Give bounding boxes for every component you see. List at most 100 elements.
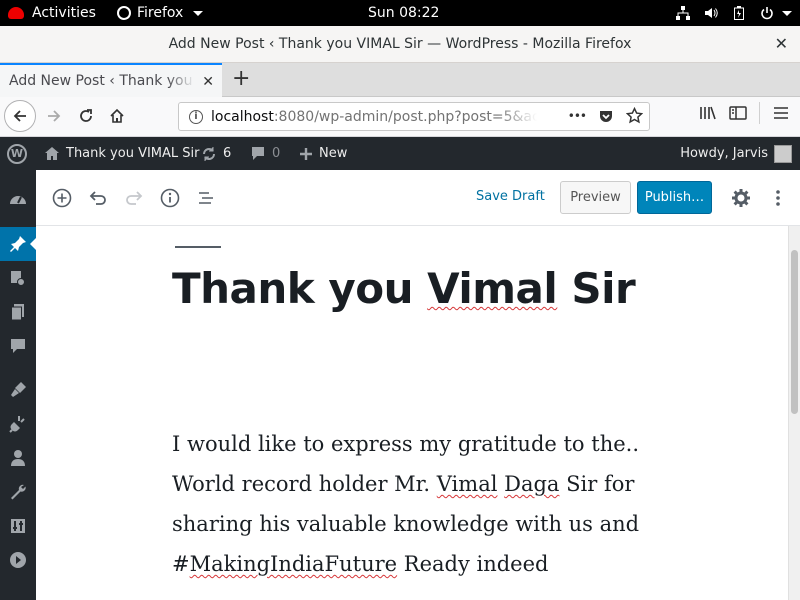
network-icon bbox=[676, 6, 690, 20]
navigation-bar: i localhost:8080/wp-admin/post.php?post=… bbox=[0, 97, 800, 137]
library-icon[interactable] bbox=[699, 105, 717, 121]
publish-button[interactable]: Publish… bbox=[637, 181, 712, 214]
window-title: Add New Post ‹ Thank you VIMAL Sir — Wor… bbox=[168, 36, 632, 52]
tab-add-new-post[interactable]: Add New Post ‹ Thank you VIMAL Sir ✕ bbox=[0, 63, 222, 97]
pocket-icon[interactable] bbox=[598, 108, 614, 124]
paragraph-block[interactable]: I would like to express my gratitude to … bbox=[172, 424, 672, 584]
redo-button[interactable] bbox=[120, 184, 148, 212]
menu-plugins[interactable] bbox=[0, 407, 36, 441]
comments-link[interactable]: 0 bbox=[250, 137, 280, 170]
redo-icon bbox=[126, 191, 143, 205]
new-label: New bbox=[319, 146, 348, 161]
preview-button[interactable]: Preview bbox=[560, 181, 631, 214]
redhat-logo-icon bbox=[8, 7, 24, 19]
tab-label: Add New Post ‹ Thank you VIMAL Sir bbox=[9, 73, 195, 89]
home-button[interactable] bbox=[103, 102, 131, 130]
updates-link[interactable]: 6 bbox=[201, 137, 231, 170]
settings-button[interactable] bbox=[727, 184, 755, 212]
bookmark-star-icon[interactable] bbox=[626, 107, 643, 124]
avatar bbox=[774, 144, 792, 163]
plugins-icon bbox=[9, 416, 25, 433]
plus-circle-icon bbox=[52, 188, 72, 208]
dashboard-icon bbox=[10, 196, 26, 204]
page-actions-button[interactable]: ••• bbox=[568, 109, 587, 123]
wp-admin-bar: W Thank you VIMAL Sir 6 0 New Howdy, Jar… bbox=[0, 137, 800, 170]
content-info-button[interactable] bbox=[156, 184, 184, 212]
updates-count: 6 bbox=[223, 146, 232, 161]
editor-scrollbar[interactable] bbox=[788, 226, 800, 600]
activities-label: Activities bbox=[32, 5, 96, 21]
window-titlebar: Add New Post ‹ Thank you VIMAL Sir — Wor… bbox=[0, 26, 800, 63]
power-icon bbox=[760, 6, 774, 20]
url-host: localhost bbox=[211, 108, 274, 125]
url-text[interactable]: localhost:8080/wp-admin/post.php?post=5&… bbox=[211, 109, 537, 125]
chevron-down-icon bbox=[193, 10, 204, 16]
app-menu-label: Firefox bbox=[137, 5, 184, 21]
menu-comments[interactable] bbox=[0, 329, 36, 363]
misspelled-word: Daga bbox=[504, 472, 560, 496]
menu-collapse[interactable] bbox=[0, 543, 36, 577]
system-tray[interactable] bbox=[676, 0, 792, 26]
menu-dashboard[interactable] bbox=[0, 181, 36, 215]
info-icon[interactable]: i bbox=[189, 109, 203, 124]
menu-media[interactable] bbox=[0, 261, 36, 295]
plus-icon bbox=[300, 147, 312, 160]
wordpress-logo-icon: W bbox=[7, 143, 27, 164]
battery-icon bbox=[732, 6, 746, 20]
sidebar-icon[interactable] bbox=[729, 105, 747, 121]
editor-toolbar: Save Draft Preview Publish… bbox=[36, 170, 800, 226]
my-account-link[interactable]: Howdy, Jarvis bbox=[680, 137, 792, 170]
misspelled-word: MakingIndiaFuture bbox=[189, 552, 398, 576]
scrollbar-thumb[interactable] bbox=[791, 250, 798, 414]
url-bar[interactable]: i localhost:8080/wp-admin/post.php?post=… bbox=[178, 102, 650, 131]
firefox-icon bbox=[117, 6, 131, 20]
post-title[interactable]: Thank you Vimal Sir bbox=[172, 264, 636, 313]
posts-icon bbox=[10, 236, 26, 252]
gear-icon bbox=[732, 189, 750, 207]
more-tools-button[interactable] bbox=[764, 184, 792, 212]
home-icon bbox=[110, 108, 124, 123]
site-name-link[interactable]: Thank you VIMAL Sir bbox=[44, 137, 200, 170]
arrow-right-icon bbox=[48, 110, 61, 122]
back-button[interactable] bbox=[4, 100, 36, 132]
clock[interactable]: Sun 08:22 bbox=[368, 0, 439, 26]
reload-button[interactable] bbox=[72, 102, 100, 130]
hamburger-menu-icon[interactable] bbox=[772, 105, 790, 121]
app-menu-firefox[interactable]: Firefox bbox=[117, 0, 204, 26]
menu-appearance[interactable] bbox=[0, 373, 36, 407]
title-separator bbox=[175, 246, 221, 248]
gnome-top-bar: Activities Firefox Sun 08:22 bbox=[0, 0, 800, 26]
pages-icon bbox=[11, 304, 24, 321]
appearance-icon bbox=[11, 382, 26, 397]
comment-icon bbox=[252, 147, 264, 160]
site-name: Thank you VIMAL Sir bbox=[66, 146, 200, 161]
post-title-part: Thank you bbox=[172, 264, 428, 313]
activities-button[interactable]: Activities bbox=[8, 0, 96, 26]
arrow-left-icon bbox=[13, 110, 26, 122]
menu-tools[interactable] bbox=[0, 475, 36, 509]
block-navigation-button[interactable] bbox=[192, 184, 220, 212]
menu-users[interactable] bbox=[0, 441, 36, 475]
wp-admin-menu bbox=[0, 170, 37, 600]
home-icon bbox=[45, 147, 59, 160]
save-draft-button[interactable]: Save Draft bbox=[476, 189, 545, 204]
collapse-icon bbox=[10, 552, 26, 568]
users-icon bbox=[11, 450, 25, 466]
comments-icon bbox=[11, 339, 25, 353]
new-tab-button[interactable]: + bbox=[232, 68, 250, 90]
misspelled-word: Vimal bbox=[436, 472, 498, 496]
tab-close-button[interactable]: ✕ bbox=[202, 74, 214, 90]
window-close-button[interactable]: ✕ bbox=[775, 36, 788, 52]
forward-button[interactable] bbox=[40, 102, 68, 130]
menu-pages[interactable] bbox=[0, 295, 36, 329]
menu-settings[interactable] bbox=[0, 509, 36, 543]
paragraph-text: Ready indeed bbox=[397, 552, 549, 576]
menu-posts[interactable] bbox=[0, 227, 37, 261]
volume-icon bbox=[704, 6, 718, 20]
wp-logo-button[interactable]: W bbox=[7, 137, 27, 170]
new-content-link[interactable]: New bbox=[299, 137, 347, 170]
howdy-text: Howdy, Jarvis bbox=[680, 146, 768, 161]
url-path: :8080/wp-admin/post.php?post=5&action=ed… bbox=[273, 108, 537, 125]
undo-button[interactable] bbox=[84, 184, 112, 212]
add-block-button[interactable] bbox=[48, 184, 76, 212]
